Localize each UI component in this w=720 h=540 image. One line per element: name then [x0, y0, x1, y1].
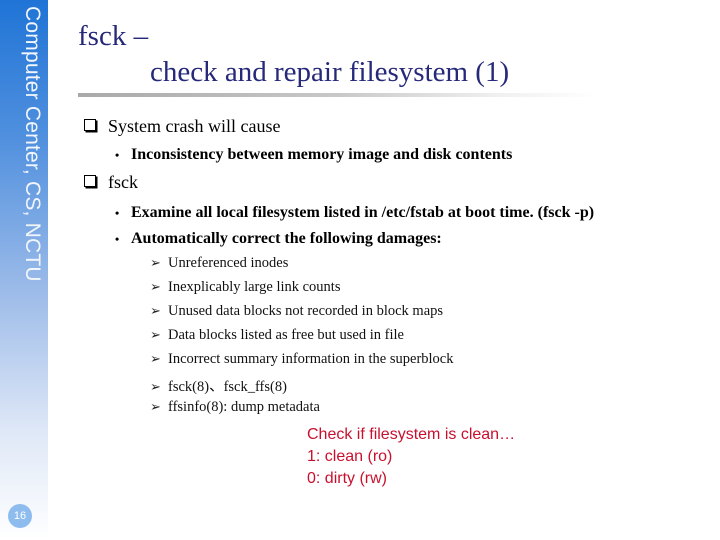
sub-item-text: Unused data blocks not recorded in block… [168, 303, 444, 319]
slide-title-line1: fsck – [78, 20, 149, 52]
sub-item-text: Inexplicably large link counts [168, 279, 341, 295]
checkbox-bullet-icon [84, 119, 96, 131]
sidebar-label: Computer Center, CS, NCTU [21, 6, 44, 282]
sub-item: ➢ Unused data blocks not recorded in bloc… [150, 303, 443, 320]
sub-item: ➢ Incorrect summary information in the su… [150, 351, 453, 368]
sub-item-text: Data blocks listed as free but used in f… [168, 327, 404, 343]
arrow-bullet-icon: ➢ [150, 327, 161, 342]
arrow-bullet-icon: ➢ [150, 255, 161, 270]
arrow-bullet-icon: ➢ [150, 303, 161, 318]
title-divider [78, 93, 598, 97]
bullet-item: • Automatically correct the following dam… [115, 230, 442, 248]
arrow-bullet-icon: ➢ [150, 399, 161, 414]
bullet-text: Inconsistency between memory image and d… [131, 146, 513, 163]
sub-item: ➢ Data blocks listed as free but used in … [150, 327, 404, 344]
bullet-text: Automatically correct the following dama… [131, 230, 442, 247]
dot-bullet-icon: • [115, 206, 120, 220]
sub-item-text: Incorrect summary information in the sup… [168, 351, 454, 367]
bullet-item: • Examine all local filesystem listed in … [115, 204, 594, 222]
sub-item-text: fsck(8)、fsck_ffs(8) [168, 379, 287, 395]
page-number-badge: 16 [8, 504, 32, 528]
dot-bullet-icon: • [115, 232, 120, 246]
note-line: 0: dirty (rw) [307, 470, 387, 487]
arrow-bullet-icon: ➢ [150, 379, 161, 394]
bullet-item: • Inconsistency between memory image and … [115, 146, 512, 164]
section-heading: fsck [84, 172, 138, 193]
checkbox-bullet-icon [84, 175, 96, 187]
section-heading: System crash will cause [84, 116, 280, 137]
sidebar-banner: Computer Center, CS, NCTU 16 [0, 0, 48, 540]
sub-item: ➢ Inexplicably large link counts [150, 279, 340, 296]
section-heading-text: fsck [108, 172, 138, 192]
sub-item: ➢ Unreferenced inodes [150, 255, 288, 272]
bullet-text: Examine all local filesystem listed in /… [131, 204, 595, 221]
dot-bullet-icon: • [115, 148, 120, 162]
section-heading-text: System crash will cause [108, 116, 281, 136]
note-line: Check if filesystem is clean… [307, 426, 516, 443]
arrow-bullet-icon: ➢ [150, 351, 161, 366]
sub-item: ➢ ffsinfo(8): dump metadata [150, 399, 320, 416]
sub-item-text: Unreferenced inodes [168, 255, 289, 271]
sub-item-text: ffsinfo(8): dump metadata [168, 399, 320, 415]
sub-item: ➢ fsck(8)、fsck_ffs(8) [150, 375, 287, 396]
slide-title-line2: check and repair filesystem (1) [150, 56, 510, 88]
arrow-bullet-icon: ➢ [150, 279, 161, 294]
note-line: 1: clean (ro) [307, 448, 393, 465]
